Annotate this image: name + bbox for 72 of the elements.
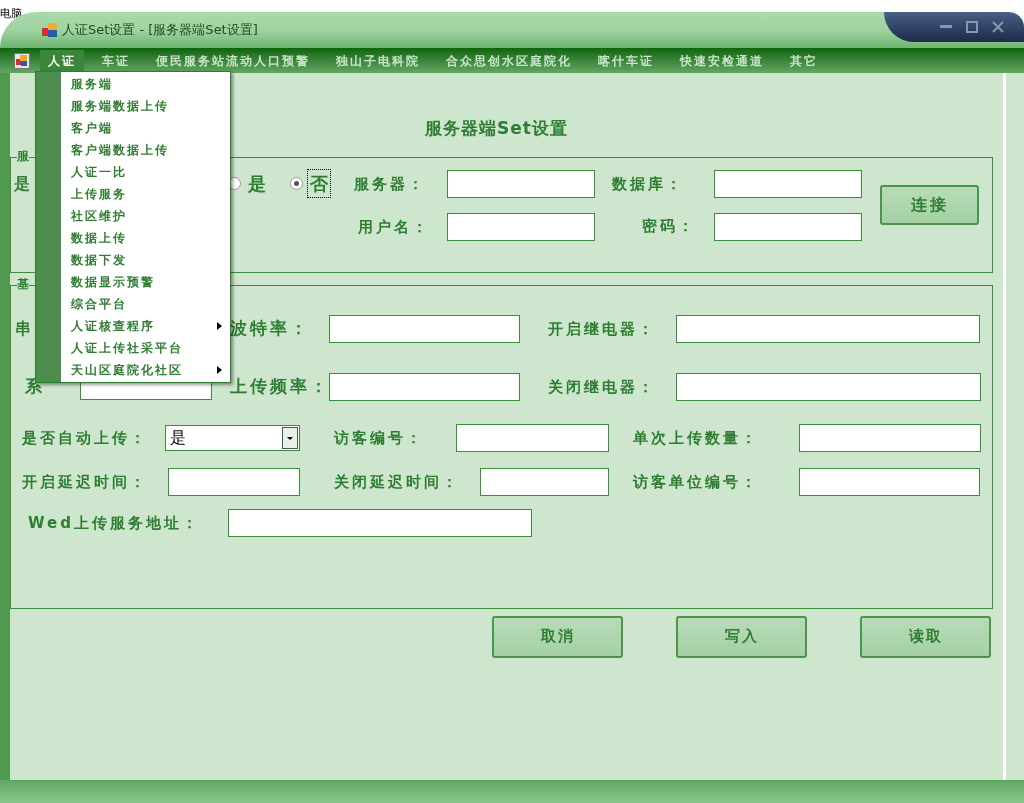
dropdown-item[interactable]: 人证核查程序 [61,315,230,337]
field-label: 单次上传数量： [633,428,759,447]
field-label: 密码： [642,216,696,238]
field-label: 关闭延迟时间： [334,472,460,491]
menu-item[interactable]: 快速安检通道 [672,49,772,72]
input-field[interactable] [329,372,520,401]
menu-item[interactable]: 人证 [40,49,84,72]
radio-option[interactable]: 否 [290,169,354,198]
minimize-icon[interactable] [940,25,952,29]
field-label: 是否自动上传： [22,428,148,447]
input-field[interactable] [714,212,862,241]
menu-item[interactable]: 合众思创水区庭院化 [438,49,580,72]
maximize-icon[interactable] [966,21,978,33]
input-field[interactable] [168,467,300,496]
dropdown-item[interactable]: 上传服务 [61,183,230,205]
menu-item[interactable]: 其它 [782,49,826,72]
input-field[interactable] [329,314,520,343]
close-icon[interactable] [992,21,1004,33]
input-field[interactable] [714,169,862,198]
input-field[interactable] [456,423,609,452]
field-label: 是 [14,173,33,193]
dropdown-item[interactable]: 综合平台 [61,293,230,315]
window-title: 人证Set设置 - [服务器端Set设置] [62,21,258,40]
dropdown-item[interactable]: 社区维护 [61,205,230,227]
desktop-text: 电脑 [0,8,22,20]
submenu-arrow-icon [217,322,222,330]
field-label: 波特率： [230,317,310,338]
dropdown-item[interactable]: 天山区庭院化社区 [61,359,230,381]
field-label: 访客单位编号： [633,472,759,491]
action-button[interactable]: 读取 [860,615,991,658]
field-label: 串 [15,318,34,338]
field-label: Wed上传服务地址： [28,513,200,532]
field-label: 开启继电器： [548,319,656,338]
caret-icon [282,426,298,449]
dropdown-item[interactable]: 数据上传 [61,227,230,249]
input-field[interactable] [447,212,595,241]
dropdown-item[interactable]: 数据显示预警 [61,271,230,293]
dropdown-item[interactable]: 服务端数据上传 [61,95,230,117]
group-legend: 服 [17,148,29,163]
group-legend: 基 [17,276,29,291]
input-field[interactable] [799,467,980,496]
field-label: 访客编号： [334,428,424,447]
input-field[interactable] [676,314,980,343]
input-field[interactable] [676,372,981,401]
input-field[interactable] [799,423,981,452]
connect-button[interactable]: 连接 [880,184,979,225]
field-label: 服务器： [354,174,426,193]
input-field[interactable] [480,467,609,496]
dropdown-select[interactable]: 是 [165,424,300,451]
dropdown-item[interactable]: 人证一比 [61,161,230,183]
dropdown-item[interactable]: 服务端 [61,73,230,95]
submenu-arrow-icon [217,366,222,374]
field-label: 关闭继电器： [548,377,656,396]
app-icon [42,23,58,37]
dropdown-item[interactable]: 人证上传社采平台 [61,337,230,359]
window-menu-icon[interactable] [14,52,30,69]
menu-item[interactable]: 喀什车证 [590,49,662,72]
form-title: 服务器端Set设置 [425,117,568,140]
menu-item[interactable]: 车证 [94,49,138,72]
menu-item[interactable]: 便民服务站流动人口预警 [148,49,318,72]
dropdown-item[interactable]: 客户端数据上传 [61,139,230,161]
field-label: 上传频率： [230,375,330,396]
dropdown-item[interactable]: 数据下发 [61,249,230,271]
menu-item[interactable]: 独山子电科院 [328,49,428,72]
action-button[interactable]: 取消 [492,615,623,658]
field-label: 数据库： [612,174,684,193]
action-button[interactable]: 写入 [676,615,807,658]
dropdown-item[interactable]: 客户端 [61,117,230,139]
field-label: 开启延迟时间： [22,472,148,491]
field-label: 用户名： [358,217,430,236]
input-field[interactable] [447,169,595,198]
input-field[interactable] [228,508,532,537]
